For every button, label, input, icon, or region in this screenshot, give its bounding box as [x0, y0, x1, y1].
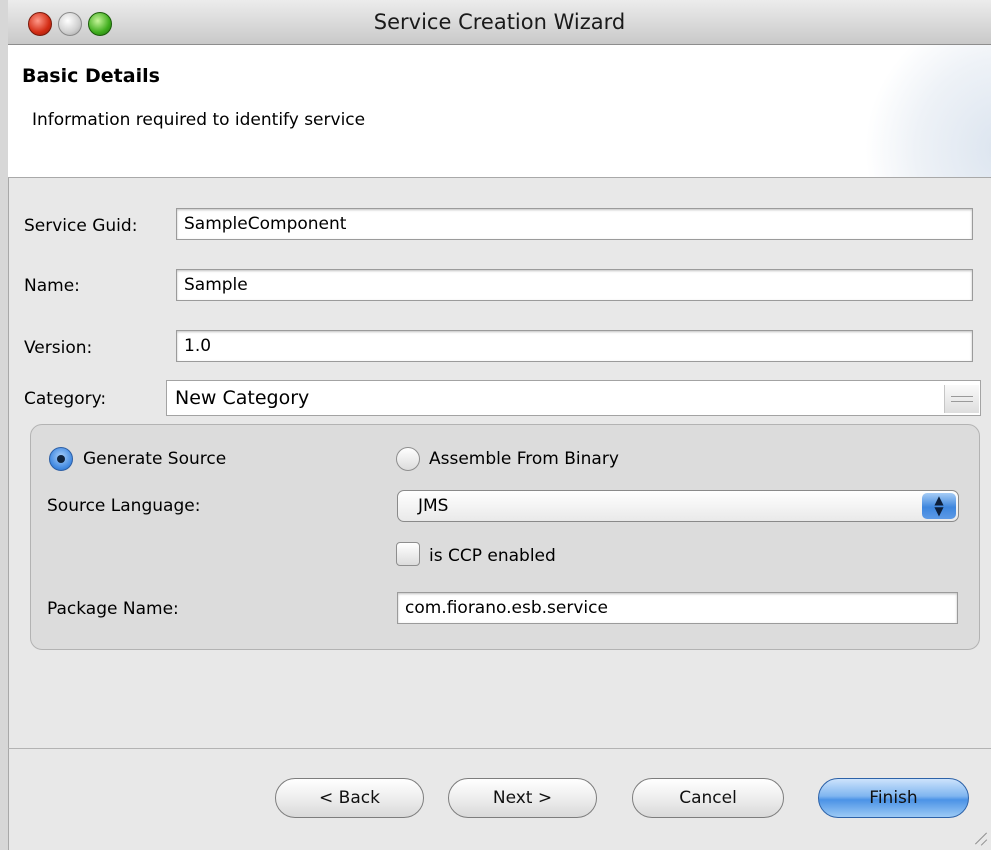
ccp-enabled-label[interactable]: is CCP enabled: [429, 546, 556, 566]
banner-decoration: [841, 45, 991, 177]
generate-source-label[interactable]: Generate Source: [83, 449, 226, 469]
generate-source-radio[interactable]: [49, 447, 73, 471]
version-label: Version:: [24, 338, 93, 358]
assemble-from-binary-radio[interactable]: [396, 447, 420, 471]
category-label: Category:: [24, 389, 107, 409]
package-name-label: Package Name:: [47, 599, 179, 619]
window-title: Service Creation Wizard: [373, 10, 626, 34]
back-button[interactable]: < Back: [275, 778, 424, 818]
page-heading: Basic Details: [22, 65, 160, 87]
page-description: Information required to identify service: [32, 110, 366, 130]
source-language-label: Source Language:: [47, 496, 201, 516]
category-value: New Category: [175, 387, 310, 409]
category-dropdown-button[interactable]: [944, 385, 979, 413]
updown-arrows-icon: ▲ ▼: [922, 493, 956, 519]
resize-grip-icon[interactable]: [971, 830, 987, 846]
title-bar[interactable]: Service Creation Wizard: [8, 0, 991, 45]
cancel-button[interactable]: Cancel: [632, 778, 784, 818]
category-combo[interactable]: New Category: [166, 380, 981, 416]
assemble-from-binary-label[interactable]: Assemble From Binary: [429, 449, 619, 469]
wizard-banner: Basic Details Information required to id…: [8, 45, 991, 178]
button-bar-separator: [8, 748, 991, 749]
source-language-select[interactable]: JMS ▲ ▼: [397, 490, 959, 522]
name-label: Name:: [24, 276, 80, 296]
finish-button[interactable]: Finish: [818, 778, 969, 818]
version-field[interactable]: 1.0: [176, 330, 973, 362]
source-language-value: JMS: [418, 496, 449, 516]
wizard-window: Service Creation Wizard Basic Details In…: [0, 0, 991, 850]
package-name-field[interactable]: com.fiorano.esb.service: [397, 592, 958, 624]
service-guid-label: Service Guid:: [24, 216, 138, 236]
next-button[interactable]: Next >: [448, 778, 597, 818]
service-guid-field[interactable]: SampleComponent: [176, 208, 973, 240]
name-field[interactable]: Sample: [176, 269, 973, 301]
ccp-enabled-checkbox[interactable]: [396, 542, 420, 566]
